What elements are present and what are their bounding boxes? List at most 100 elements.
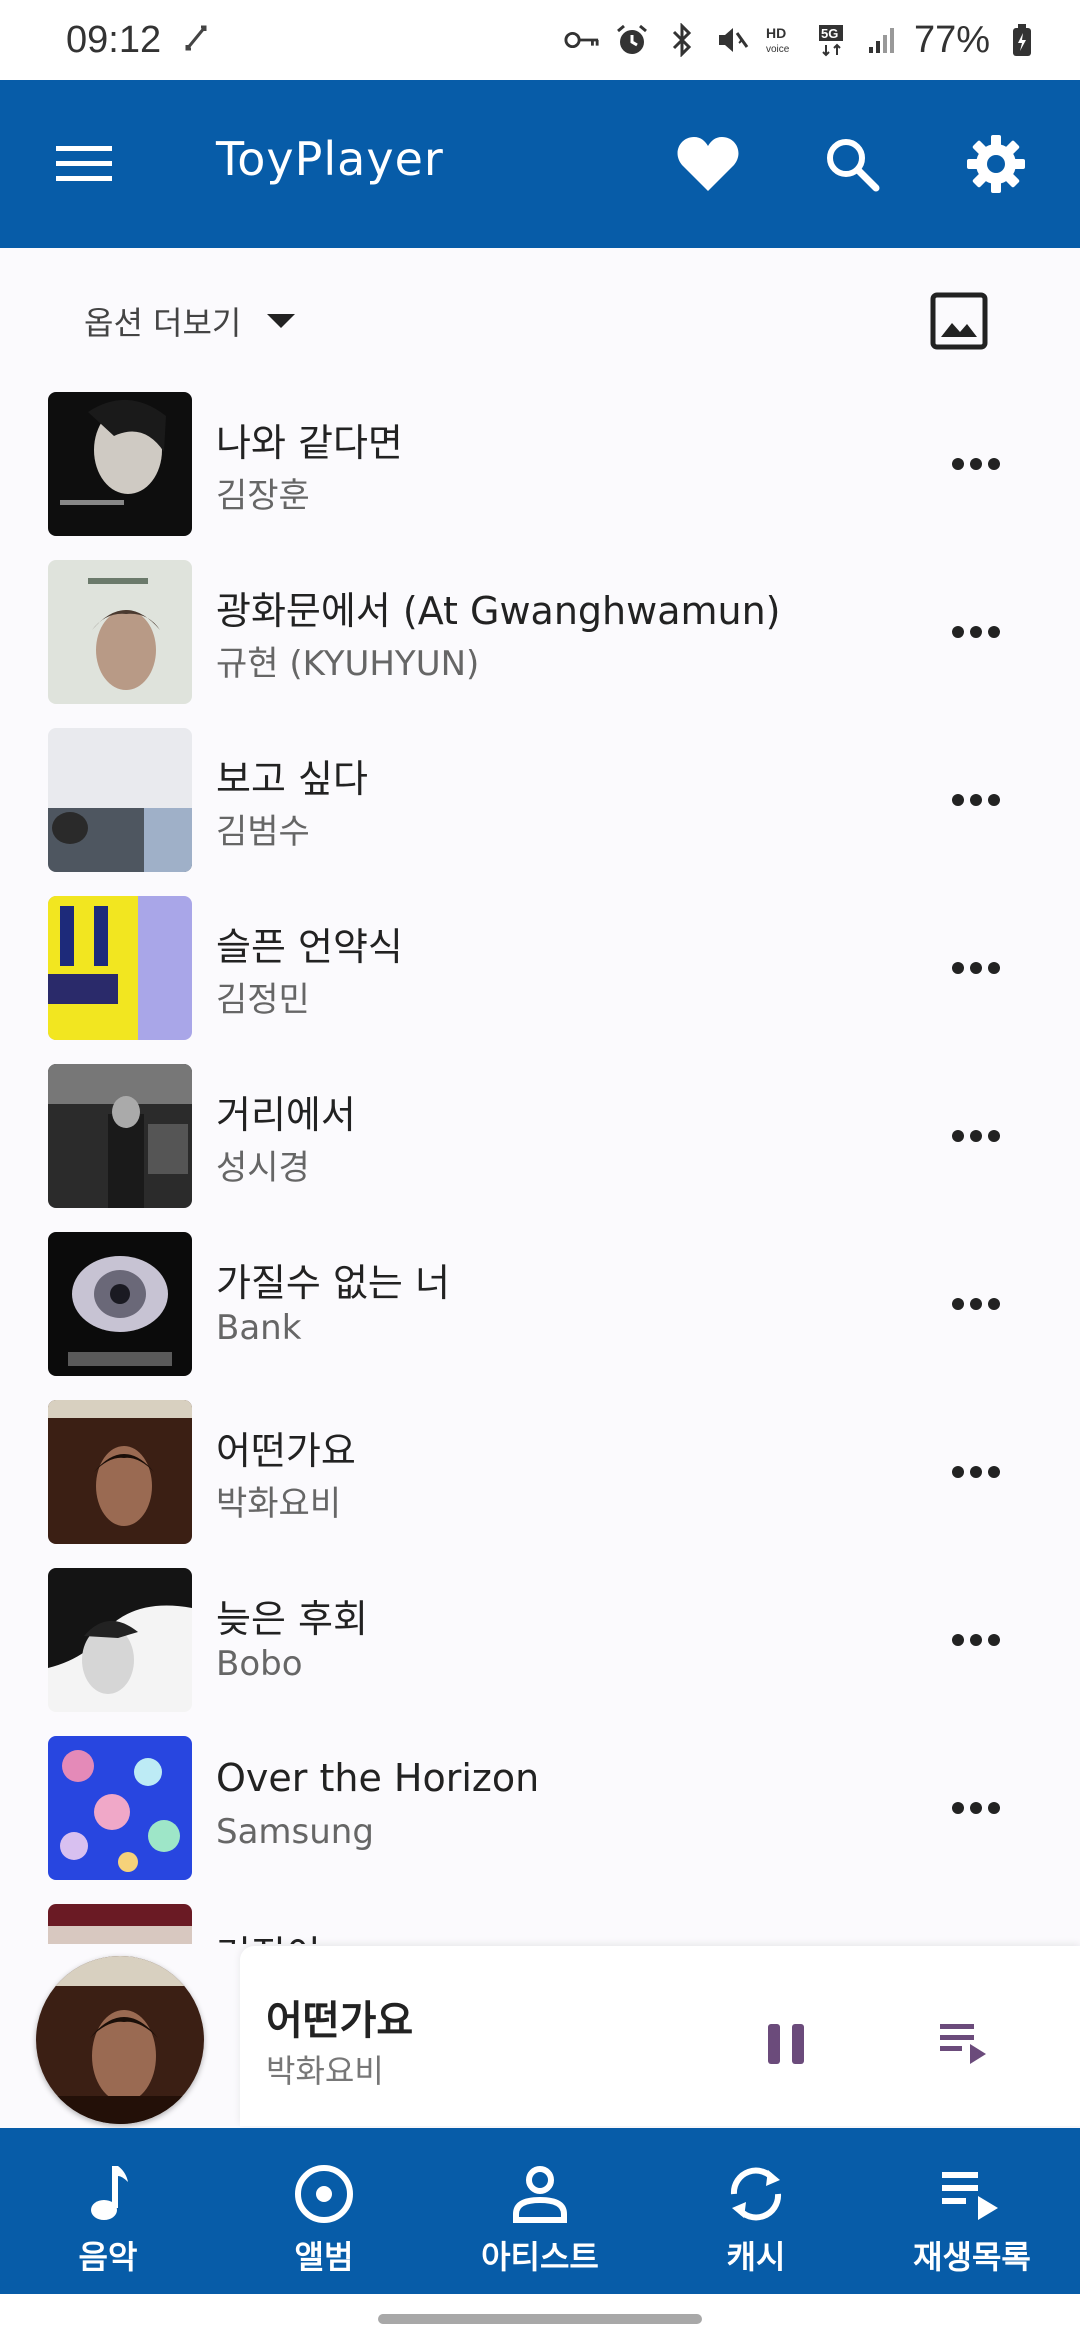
playlist-icon <box>940 2024 986 2064</box>
album-art <box>48 896 192 1040</box>
battery-icon <box>1004 22 1040 58</box>
bottom-nav: 음악 앨범 아티스트 캐시 재생목록 <box>0 2128 1080 2294</box>
vibrate-icon <box>714 22 750 58</box>
song-row[interactable]: 나와 같다면 김장훈 <box>0 392 1080 560</box>
sync-icon <box>724 2162 788 2226</box>
svg-text:voice: voice <box>766 44 790 55</box>
nav-playlist[interactable]: 재생목록 <box>864 2128 1080 2294</box>
song-artist: 박화요비 <box>216 1484 342 1524</box>
menu-button[interactable] <box>50 130 118 198</box>
more-options-button[interactable] <box>946 1278 1006 1330</box>
song-title: Over the Horizon <box>216 1756 540 1800</box>
nav-label: 캐시 <box>726 2238 786 2276</box>
nav-album[interactable]: 앨범 <box>216 2128 432 2294</box>
search-button[interactable] <box>812 124 892 204</box>
song-title: 광화문에서 (At Gwanghwamun) <box>216 589 781 633</box>
song-artist: 김장훈 <box>216 476 310 516</box>
song-row[interactable]: 늦은 후회 Bobo <box>0 1568 1080 1736</box>
gesture-area <box>0 2294 1080 2340</box>
album-icon <box>292 2162 356 2226</box>
more-options-button[interactable] <box>946 1446 1006 1498</box>
more-options-button[interactable] <box>946 774 1006 826</box>
caret-down-icon <box>267 314 296 328</box>
status-right: HD voice 5G 77% <box>564 19 1040 62</box>
favorites-button[interactable] <box>668 124 748 204</box>
now-playing-title: 어떤가요 <box>266 1998 414 2044</box>
settings-button[interactable] <box>956 124 1036 204</box>
album-art <box>48 1568 192 1712</box>
mini-player[interactable]: 어떤가요 박화요비 <box>0 1944 1080 2128</box>
more-options-button[interactable] <box>946 438 1006 490</box>
status-bar: 09:12 HD voice 5G 77% <box>0 0 1080 80</box>
heart-icon <box>677 137 739 191</box>
search-icon <box>827 139 880 192</box>
more-options-button[interactable] <box>946 1614 1006 1666</box>
album-art <box>48 1400 192 1544</box>
more-options-button[interactable] <box>946 606 1006 658</box>
svg-text:5G: 5G <box>821 26 838 41</box>
music-note-icon <box>76 2162 140 2226</box>
song-artist: 김정민 <box>216 980 310 1020</box>
vpn-key-icon <box>564 22 600 58</box>
app-bar: ToyPlayer <box>0 80 1080 248</box>
album-art <box>48 1232 192 1376</box>
nav-label: 앨범 <box>294 2238 354 2276</box>
5g-icon: 5G <box>814 22 850 58</box>
song-title: 슬픈 언약식 <box>216 925 403 969</box>
song-artist: 김범수 <box>216 812 310 852</box>
playlist-icon <box>940 2162 1004 2226</box>
nav-label: 아티스트 <box>481 2238 599 2276</box>
album-art <box>48 1064 192 1208</box>
song-row[interactable]: 슬픈 언약식 김정민 <box>0 896 1080 1064</box>
nav-artist[interactable]: 아티스트 <box>432 2128 648 2294</box>
now-playing-album-art[interactable] <box>36 1956 204 2124</box>
more-options-label: 옵션 더보기 <box>84 304 242 342</box>
song-row[interactable]: 가질수 없는 너 Bank <box>0 1232 1080 1400</box>
more-options-dropdown[interactable]: 옵션 더보기 <box>84 298 296 344</box>
more-options-button[interactable] <box>946 942 1006 994</box>
song-row[interactable]: Over the Horizon Samsung <box>0 1736 1080 1904</box>
more-options-button[interactable] <box>946 1110 1006 1162</box>
song-row[interactable]: 보고 싶다 김범수 <box>0 728 1080 896</box>
song-title: 나와 같다면 <box>216 421 403 465</box>
nav-label: 음악 <box>78 2238 138 2276</box>
album-art <box>48 1904 192 1944</box>
song-title: 늦은 후회 <box>216 1597 368 1641</box>
nav-music[interactable]: 음악 <box>0 2128 216 2294</box>
alarm-icon <box>614 22 650 58</box>
album-art <box>48 728 192 872</box>
menu-icon <box>56 146 112 181</box>
song-title: 가질수 없는 너 <box>216 1261 450 1305</box>
song-title: 거리에서 <box>216 1093 356 1137</box>
app-title: ToyPlayer <box>216 132 444 186</box>
queue-button[interactable] <box>936 2014 992 2070</box>
signal-icon <box>864 22 900 58</box>
song-row[interactable]: 거짓이 <box>0 1904 1080 1944</box>
now-playing-artist: 박화요비 <box>266 2052 384 2090</box>
pause-button[interactable] <box>756 2014 816 2074</box>
person-icon <box>508 2162 572 2226</box>
song-row[interactable]: 광화문에서 (At Gwanghwamun) 규현 (KYUHYUN) <box>0 560 1080 728</box>
song-list: 나와 같다면 김장훈 광화문에서 (At Gwanghwamun) 규현 (KY… <box>0 392 1080 1944</box>
more-options-button[interactable] <box>946 1782 1006 1834</box>
song-artist: 규현 (KYUHYUN) <box>216 644 480 684</box>
song-title: 보고 싶다 <box>216 757 368 801</box>
home-gesture-bar[interactable] <box>378 2314 702 2324</box>
bluetooth-icon <box>664 22 700 58</box>
song-row[interactable]: 어떤가요 박화요비 <box>0 1400 1080 1568</box>
song-artist: 성시경 <box>216 1148 310 1188</box>
image-icon <box>930 292 988 350</box>
svg-text:HD: HD <box>766 25 786 41</box>
nav-cache[interactable]: 캐시 <box>648 2128 864 2294</box>
image-toggle-button[interactable] <box>930 292 988 350</box>
battery-percent: 77% <box>913 18 990 61</box>
options-row: 옵션 더보기 <box>0 248 1080 392</box>
song-artist: Bobo <box>216 1644 303 1684</box>
album-art <box>48 1736 192 1880</box>
status-time: 09:12 <box>66 18 162 61</box>
nav-label: 재생목록 <box>913 2238 1031 2276</box>
song-row[interactable]: 거리에서 성시경 <box>0 1064 1080 1232</box>
album-art <box>48 392 192 536</box>
screen: 09:12 HD voice 5G 77% ToyPlayer 옵션 더보기 나… <box>0 0 1080 2340</box>
sync-icon <box>183 23 209 57</box>
